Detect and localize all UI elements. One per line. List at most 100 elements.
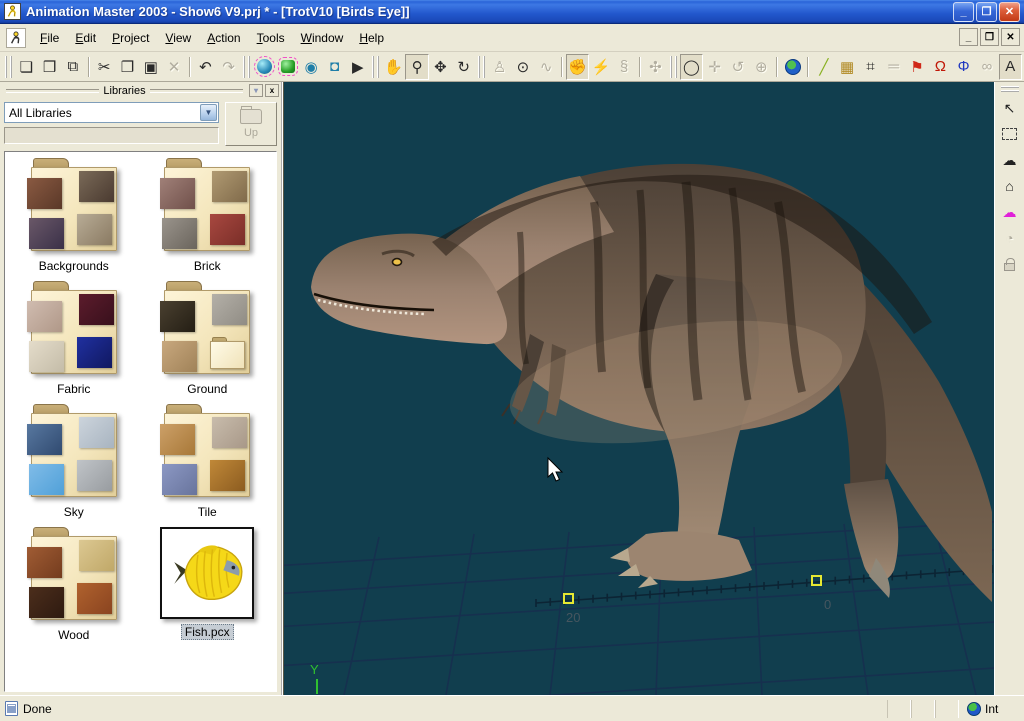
palette-grip[interactable]: [1001, 86, 1019, 92]
grid-snap-button[interactable]: ⌗: [859, 54, 882, 80]
move-button[interactable]: ✋: [382, 54, 405, 80]
wire-globe-icon: ⊕: [755, 58, 768, 76]
menu-tools[interactable]: Tools: [249, 27, 293, 49]
up-button[interactable]: Up: [225, 102, 277, 146]
library-item-fabric[interactable]: Fabric: [7, 281, 141, 396]
toolbar-grip[interactable]: [243, 56, 250, 78]
status-bar: Done Int: [0, 695, 1024, 721]
skeletal-mode-button[interactable]: ⊙: [511, 54, 534, 80]
library-path-field[interactable]: [4, 127, 219, 144]
child-minimize-button[interactable]: _: [959, 28, 978, 46]
texture-thumbnail: [160, 178, 195, 209]
paste-button[interactable]: ▣: [139, 54, 162, 80]
polygon-lasso-tool-button[interactable]: ⌂: [998, 174, 1022, 198]
magnet-icon: Ω: [935, 58, 946, 75]
library-item-fish-pcx[interactable]: Fish.pcx: [141, 527, 275, 642]
font-button[interactable]: A: [999, 54, 1022, 80]
cut-button[interactable]: ✂: [93, 54, 116, 80]
rect-select-tool-button[interactable]: [998, 122, 1022, 146]
chevron-down-icon[interactable]: ▼: [200, 104, 217, 121]
save-all-button[interactable]: ⧉: [61, 54, 84, 80]
keyframe-label-20: 20: [566, 610, 580, 625]
zoom-fit-button[interactable]: ✥: [429, 54, 452, 80]
new-document-icon: ❏: [20, 58, 33, 76]
toolbar-grip[interactable]: [372, 56, 379, 78]
zone-text: Int: [985, 702, 998, 716]
toolbar-grip[interactable]: [670, 56, 677, 78]
close-button[interactable]: ✕: [999, 2, 1020, 22]
library-item-brick[interactable]: Brick: [141, 158, 275, 273]
restore-button[interactable]: ❐: [976, 2, 997, 22]
turn-button[interactable]: ↻: [452, 54, 475, 80]
libraries-panel-title: Libraries: [103, 85, 145, 97]
character-figure-icon: ♙: [493, 58, 506, 76]
menu-action[interactable]: Action: [199, 27, 248, 49]
library-select[interactable]: All Libraries ▼: [4, 102, 219, 123]
world-button[interactable]: [781, 54, 804, 80]
new-button[interactable]: ❏: [15, 54, 38, 80]
pin-button[interactable]: ⚑: [905, 54, 928, 80]
texture-thumbnail: [77, 214, 112, 245]
main-area: Libraries ▾ x All Libraries ▼ Up Backgro…: [0, 82, 1024, 695]
zoom-button[interactable]: ⚲: [405, 54, 428, 80]
folder-icon: [27, 158, 121, 254]
library-item-ground[interactable]: Ground: [141, 281, 275, 396]
select-tool-button[interactable]: ↖: [998, 96, 1022, 120]
play-animation-button[interactable]: ▶: [346, 54, 369, 80]
texture-thumbnail: [29, 341, 64, 372]
folder-icon: [27, 527, 121, 623]
menu-window[interactable]: Window: [293, 27, 352, 49]
panel-rollup-button[interactable]: ▾: [249, 84, 263, 97]
group-tool-button[interactable]: ☁: [998, 200, 1022, 224]
copy-button[interactable]: ❐: [116, 54, 139, 80]
minimize-button[interactable]: _: [953, 2, 974, 22]
menu-view[interactable]: View: [157, 27, 199, 49]
undo-button[interactable]: ↶: [194, 54, 217, 80]
scissors-icon: ✂: [98, 58, 111, 76]
lasso-tool-button[interactable]: ☁: [998, 148, 1022, 172]
render-mode-button[interactable]: [253, 54, 276, 80]
menu-edit[interactable]: Edit: [67, 27, 104, 49]
mirror-mode-button[interactable]: Φ: [952, 54, 975, 80]
library-item-sky[interactable]: Sky: [7, 404, 141, 519]
open-button[interactable]: ❒: [38, 54, 61, 80]
toolbar-grip[interactable]: [478, 56, 485, 78]
save-animation-button[interactable]: ◘: [323, 54, 346, 80]
bird-icon: ✣: [649, 58, 662, 76]
document-logo-icon[interactable]: [6, 28, 26, 48]
path-button[interactable]: ╱: [812, 54, 835, 80]
chain-link-icon: ∞: [982, 58, 993, 75]
render-animation-button[interactable]: ◉: [300, 54, 323, 80]
action-mode-button[interactable]: ⚡: [589, 54, 612, 80]
menu-project[interactable]: Project: [104, 27, 157, 49]
bound-manipulator-button[interactable]: ◯: [680, 54, 703, 80]
render-lock-icon: [281, 60, 295, 73]
magnet-button[interactable]: Ω: [929, 54, 952, 80]
child-close-button[interactable]: ✕: [1001, 28, 1020, 46]
library-item-backgrounds[interactable]: Backgrounds: [7, 158, 141, 273]
bone-mode-button: ∿: [535, 54, 558, 80]
motion-path: [536, 565, 992, 607]
menu-help[interactable]: Help: [351, 27, 392, 49]
red-pin-icon: ⚑: [910, 58, 923, 76]
library-item-label: Fabric: [54, 382, 93, 396]
library-item-wood[interactable]: Wood: [7, 527, 141, 642]
library-item-tile[interactable]: Tile: [141, 404, 275, 519]
letter-a-icon: A: [1005, 58, 1015, 75]
menu-file[interactable]: File: [32, 27, 67, 49]
properties-button[interactable]: ▦: [835, 54, 858, 80]
folder-icon: [160, 281, 254, 377]
app-logo-icon: [4, 3, 21, 20]
filmstrip-play-icon: ▶: [352, 58, 364, 76]
panel-close-button[interactable]: x: [265, 84, 279, 97]
viewport-birds-eye[interactable]: 20 0 Y: [283, 82, 994, 695]
render-sphere-icon: [257, 59, 272, 74]
texture-thumbnail: [160, 301, 195, 332]
child-restore-button[interactable]: ❐: [980, 28, 999, 46]
toolbar-grip[interactable]: [5, 56, 12, 78]
rotate-tool-button: ◔: [998, 226, 1022, 250]
render-lock-button[interactable]: [276, 54, 299, 80]
muscle-mode-button[interactable]: ✊: [566, 54, 589, 80]
status-pane: [887, 700, 911, 718]
status-pane: [911, 700, 935, 718]
